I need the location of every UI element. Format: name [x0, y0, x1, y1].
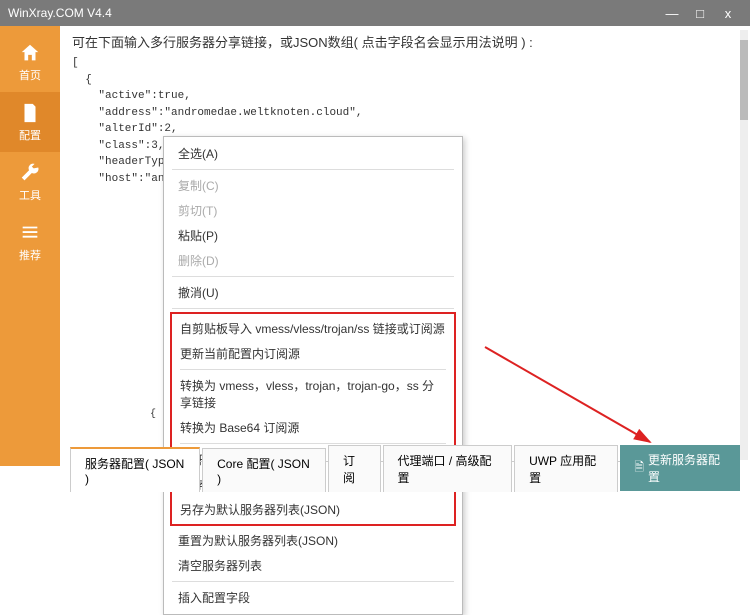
menu-separator — [172, 308, 454, 309]
menu-convert-links[interactable]: 转换为 vmess，vless，trojan，trojan-go，ss 分享链接 — [172, 373, 454, 415]
tab-subscription[interactable]: 订阅 — [328, 445, 381, 492]
json-trailing-line: { — [150, 409, 156, 420]
titlebar: WinXray.COM V4.4 — □ x — [0, 0, 750, 26]
menu-paste[interactable]: 粘贴(P) — [164, 223, 462, 248]
sidebar-item-tools[interactable]: 工具 — [0, 152, 60, 212]
menu-update-subscription[interactable]: 更新当前配置内订阅源 — [172, 341, 454, 366]
close-button[interactable]: x — [714, 6, 742, 21]
menu-convert-base64[interactable]: 转换为 Base64 订阅源 — [172, 415, 454, 440]
maximize-button[interactable]: □ — [686, 6, 714, 21]
wrench-icon — [19, 162, 41, 184]
menu-separator — [172, 276, 454, 277]
app-title: WinXray.COM V4.4 — [8, 6, 658, 20]
home-icon — [19, 42, 41, 64]
instruction-text: 可在下面输入多行服务器分享链接，或JSON数组( 点击字段名会显示用法说明 ) … — [72, 32, 738, 51]
menu-select-all[interactable]: 全选(A) — [164, 141, 462, 166]
context-menu: 全选(A) 复制(C) 剪切(T) 粘贴(P) 删除(D) 撤消(U) 自剪贴板… — [163, 136, 463, 615]
menu-separator — [172, 169, 454, 170]
sidebar-item-recommend[interactable]: 推荐 — [0, 212, 60, 272]
vertical-scrollbar[interactable] — [740, 30, 748, 460]
tab-server-config[interactable]: 服务器配置( JSON ) — [70, 447, 200, 492]
sidebar-item-label: 工具 — [19, 187, 41, 203]
menu-insert-field[interactable]: 插入配置字段 — [164, 585, 462, 610]
menu-delete: 删除(D) — [164, 248, 462, 273]
sidebar-item-config[interactable]: 配置 — [0, 92, 60, 152]
sidebar-item-label: 配置 — [19, 127, 41, 143]
sidebar-item-label: 推荐 — [19, 247, 41, 263]
tab-uwp[interactable]: UWP 应用配置 — [514, 445, 618, 492]
update-server-config-button[interactable]: 🗎 更新服务器配置 — [620, 445, 740, 491]
menu-import-clipboard[interactable]: 自剪贴板导入 vmess/vless/trojan/ss 链接或订阅源 — [172, 316, 454, 341]
update-button-label: 更新服务器配置 — [648, 451, 726, 485]
highlighted-menu-group: 自剪贴板导入 vmess/vless/trojan/ss 链接或订阅源 更新当前… — [170, 312, 456, 526]
content-area: 可在下面输入多行服务器分享链接，或JSON数组( 点击字段名会显示用法说明 ) … — [60, 26, 750, 466]
save-icon: 🗎 — [634, 458, 644, 479]
menu-undo[interactable]: 撤消(U) — [164, 280, 462, 305]
sidebar: 首页 配置 工具 推荐 — [0, 26, 60, 466]
doc-icon — [19, 102, 41, 124]
menu-clear-list[interactable]: 清空服务器列表 — [164, 553, 462, 578]
tab-core-config[interactable]: Core 配置( JSON ) — [202, 448, 326, 492]
tab-proxy-advanced[interactable]: 代理端口 / 高级配置 — [383, 445, 513, 492]
menu-separator — [180, 369, 446, 370]
menu-separator — [180, 443, 446, 444]
bottom-tabbar: 服务器配置( JSON ) Core 配置( JSON ) 订阅 代理端口 / … — [70, 461, 740, 491]
sidebar-item-home[interactable]: 首页 — [0, 32, 60, 92]
menu-separator — [172, 581, 454, 582]
menu-copy: 复制(C) — [164, 173, 462, 198]
minimize-button[interactable]: — — [658, 6, 686, 21]
menu-cut: 剪切(T) — [164, 198, 462, 223]
scrollbar-thumb[interactable] — [740, 40, 748, 120]
bars-icon — [19, 222, 41, 244]
sidebar-item-label: 首页 — [19, 67, 41, 83]
menu-reset-default[interactable]: 重置为默认服务器列表(JSON) — [164, 528, 462, 553]
main: 首页 配置 工具 推荐 可在下面输入多行服务器分享链接，或JSON数组( 点击字… — [0, 26, 750, 466]
